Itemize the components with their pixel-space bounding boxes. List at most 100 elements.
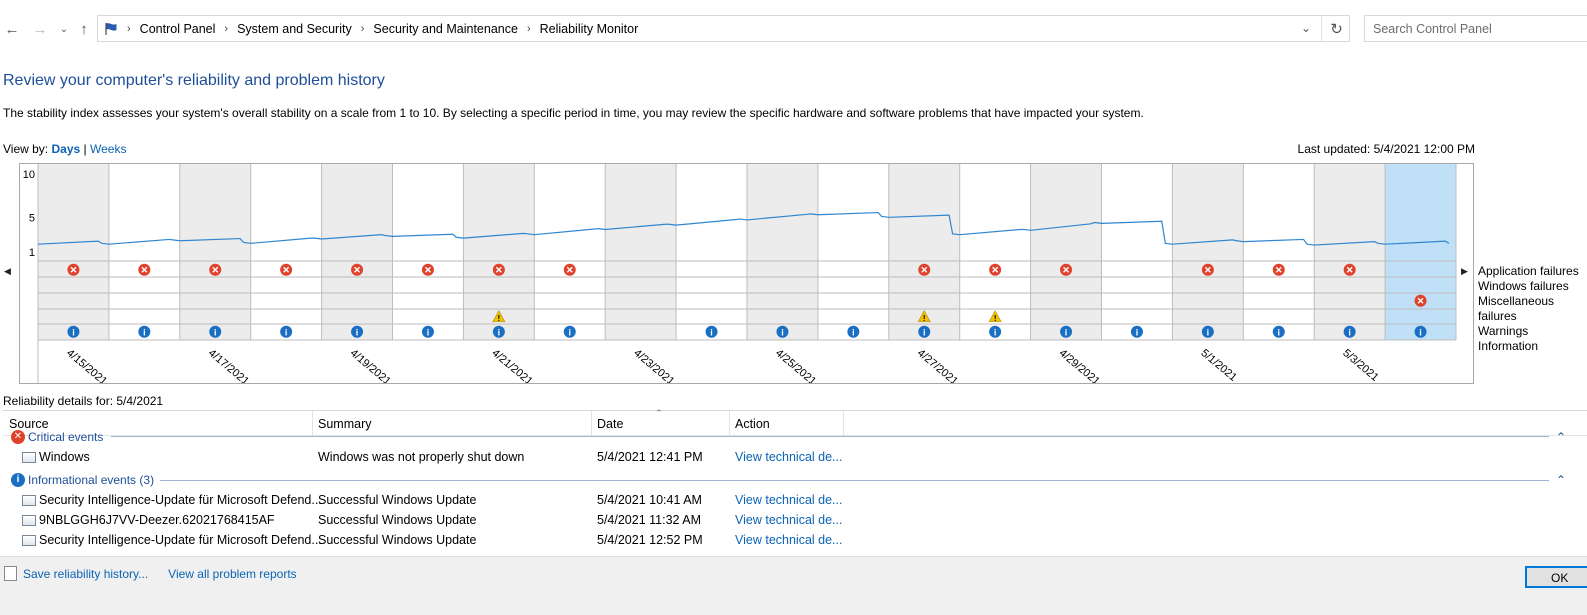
action-link[interactable]: View technical de... [735, 493, 842, 507]
informational-events-label: Informational events (3) [28, 473, 155, 487]
warning-mark: ! [498, 314, 501, 323]
day-column[interactable] [676, 164, 747, 340]
information-mark: i [427, 327, 430, 337]
application-icon [22, 452, 36, 463]
day-column[interactable] [392, 164, 464, 340]
y-tick-label: 5 [29, 212, 35, 224]
footer-bar [0, 556, 1587, 615]
view-all-reports-link[interactable]: View all problem reports [168, 567, 297, 581]
col-summary[interactable]: Summary [318, 417, 371, 431]
day-column[interactable] [534, 164, 606, 340]
day-column[interactable] [179, 164, 251, 340]
save-history-link[interactable]: Save reliability history... [23, 567, 148, 581]
source-cell: Windows [22, 450, 90, 464]
source-cell: Security Intelligence-Update für Microso… [22, 493, 322, 507]
col-action[interactable]: Action [735, 417, 770, 431]
view-by-row: View by: Days | Weeks [3, 142, 126, 156]
day-column[interactable] [38, 164, 109, 340]
last-updated: Last updated: 5/4/2021 12:00 PM [1297, 142, 1475, 156]
group-divider-line [160, 480, 1549, 481]
group-critical-events[interactable]: ✕ Critical events [11, 430, 103, 444]
information-mark: i [994, 327, 997, 337]
breadcrumb-system-security[interactable]: System and Security [237, 22, 352, 36]
refresh-button[interactable]: ↻ [1323, 15, 1350, 42]
day-column[interactable] [1243, 164, 1315, 340]
information-mark: i [214, 327, 217, 337]
col-divider[interactable] [729, 411, 730, 435]
date-tick-label: 4/15/2021 [64, 347, 109, 383]
info-icon: i [11, 473, 25, 487]
breadcrumb-separator-icon: › [127, 22, 131, 35]
information-mark: i [285, 327, 288, 337]
table-row[interactable]: Windows Windows was not properly shut dow… [0, 447, 1587, 467]
up-button[interactable]: ↑ [73, 18, 95, 40]
breadcrumb-security-maintenance[interactable]: Security and Maintenance [373, 22, 518, 36]
address-bar[interactable]: › Control Panel › System and Security › … [97, 15, 1350, 42]
day-column[interactable] [1385, 164, 1456, 340]
collapse-critical-icon[interactable]: ⌃ [1556, 430, 1566, 444]
day-column[interactable] [250, 164, 322, 340]
day-column[interactable] [605, 164, 677, 340]
save-history-link-row[interactable]: Save reliability history... View all pro… [4, 566, 297, 581]
search-input[interactable]: Search Control Panel [1364, 15, 1587, 42]
information-mark: i [1065, 327, 1068, 337]
breadcrumb-reliability-monitor[interactable]: Reliability Monitor [540, 22, 639, 36]
reliability-chart-svg[interactable]: 10 5 1!! ! i i i i i i i i i i i i i i i i i i i 4/15/2021 4/17/… [20, 164, 1473, 383]
application-icon [22, 535, 36, 546]
group-informational-events[interactable]: i Informational events (3) [11, 473, 154, 487]
action-link[interactable]: View technical de... [735, 450, 842, 464]
view-days-link[interactable]: Days [51, 142, 80, 156]
scroll-left-button[interactable]: ◀ [4, 266, 11, 277]
day-column[interactable] [1101, 164, 1173, 340]
summary-cell: Successful Windows Update [318, 533, 477, 547]
action-link[interactable]: View technical de... [735, 533, 842, 547]
back-button[interactable]: ← [1, 18, 23, 40]
source-text: Windows [39, 450, 90, 464]
summary-cell: Windows was not properly shut down [318, 450, 525, 464]
col-divider[interactable] [843, 411, 844, 435]
day-column[interactable] [747, 164, 818, 340]
source-text: Security Intelligence-Update für Microso… [39, 533, 322, 547]
table-row[interactable]: Security Intelligence-Update für Microso… [0, 530, 1587, 550]
address-dropdown-icon[interactable]: ⌄ [1301, 21, 1311, 35]
col-divider[interactable] [312, 411, 313, 435]
breadcrumb-control-panel[interactable]: Control Panel [140, 22, 216, 36]
date-tick-label: 4/25/2021 [773, 347, 818, 383]
date-tick-label: 4/29/2021 [1057, 347, 1102, 383]
source-text: Security Intelligence-Update für Microso… [39, 493, 322, 507]
day-column[interactable] [321, 164, 393, 340]
table-row[interactable]: 9NBLGGH6J7VV-Deezer.62021768415AF Success… [0, 510, 1587, 530]
col-source[interactable]: Source [9, 417, 49, 431]
row-label-information: Information [1478, 339, 1539, 353]
date-cell: 5/4/2021 11:32 AM [597, 513, 702, 527]
col-date[interactable]: Date [597, 417, 623, 431]
table-row[interactable]: Security Intelligence-Update für Microso… [0, 490, 1587, 510]
recent-locations-icon[interactable]: ⌄ [53, 18, 75, 40]
date-tick-label: 4/19/2021 [348, 347, 393, 383]
day-column[interactable] [817, 164, 889, 340]
view-weeks-link[interactable]: Weeks [90, 142, 126, 156]
information-mark: i [72, 327, 75, 337]
reliability-chart[interactable]: 10 5 1!!! i i i i i i i i i i i i i i i i i i i 4/15/2021 4/17/… [19, 163, 1474, 384]
day-column[interactable] [1314, 164, 1386, 340]
collapse-informational-icon[interactable]: ⌃ [1556, 473, 1566, 487]
day-column[interactable] [108, 164, 180, 340]
summary-cell: Successful Windows Update [318, 513, 477, 527]
date-cell: 5/4/2021 12:41 PM [597, 450, 703, 464]
action-link[interactable]: View technical de... [735, 513, 842, 527]
date-cell: 5/4/2021 10:41 AM [597, 493, 702, 507]
forward-button[interactable]: → [29, 18, 51, 40]
day-column[interactable] [1030, 164, 1102, 340]
information-mark: i [1277, 327, 1280, 337]
ok-button[interactable]: OK [1525, 566, 1587, 588]
breadcrumb-separator-icon: › [526, 22, 531, 35]
col-divider[interactable] [591, 411, 592, 435]
source-cell: 9NBLGGH6J7VV-Deezer.62021768415AF [22, 513, 275, 527]
warning-mark: ! [994, 314, 997, 323]
view-separator: | [83, 142, 87, 156]
day-column[interactable] [1172, 164, 1244, 340]
information-mark: i [498, 327, 501, 337]
row-label-windows-failures: Windows failures [1478, 279, 1569, 293]
details-heading: Reliability details for: 5/4/2021 [3, 394, 164, 408]
date-tick-label: 4/17/2021 [206, 347, 251, 383]
